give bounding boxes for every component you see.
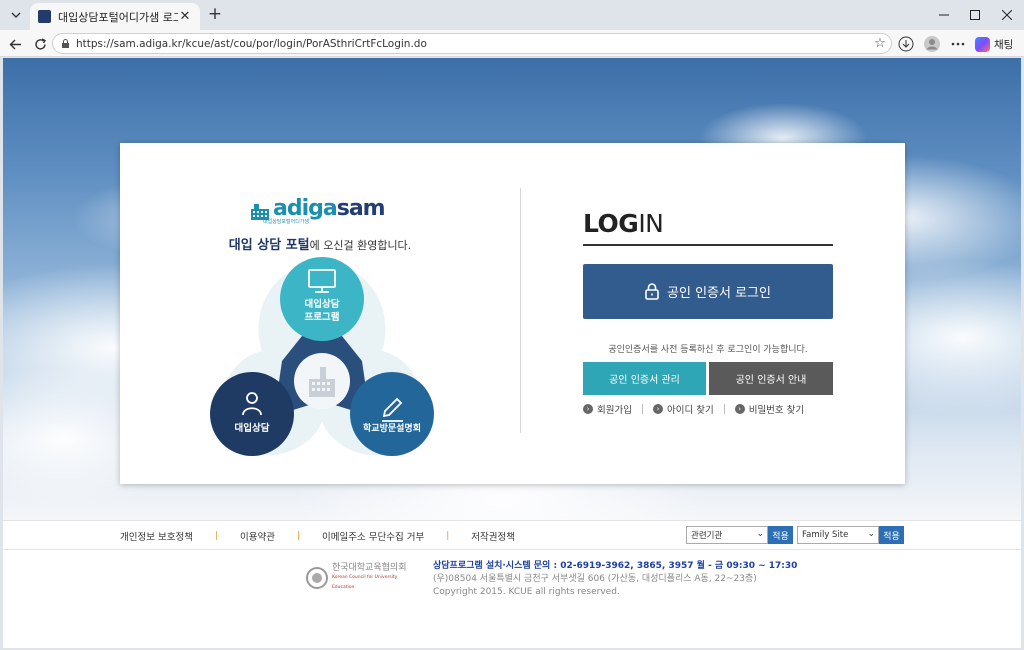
logo-text-sam: sam: [336, 196, 386, 221]
related-org-apply-button[interactable]: 적용: [768, 526, 793, 544]
new-tab-button[interactable]: +: [206, 6, 224, 24]
diagram-node-counsel: [210, 372, 294, 456]
family-site-select[interactable]: Family Site ⌄: [797, 526, 879, 544]
address-toolbar: https://sam.adiga.kr/kcue/ast/cou/por/lo…: [0, 30, 1024, 57]
related-org-select[interactable]: 관련기관 ⌄: [686, 526, 768, 544]
link-separator: [723, 404, 725, 414]
family-site-value: Family Site: [802, 530, 849, 540]
login-card: adigasam 대입상담포털어디가샘 대입 상담 포털에 오신걸 환영합니다.: [120, 143, 905, 484]
login-title-bold: LOG: [583, 209, 639, 238]
footer-nav: 개인정보 보호정책 | 이용약관 | 이메일주소 무단수집 거부 | 저작권정책…: [3, 520, 1021, 550]
site-info-icon[interactable]: [61, 39, 70, 48]
arrow-circle-icon: ›: [652, 404, 663, 414]
url-bar[interactable]: https://sam.adiga.kr/kcue/ast/cou/por/lo…: [52, 33, 892, 54]
certificate-guide-button[interactable]: 공인 인증서 안내: [709, 362, 833, 395]
kcue-name-en: Korean Council for University Education: [331, 575, 398, 590]
downloads-button[interactable]: [896, 34, 916, 54]
link-separator: [641, 404, 643, 414]
signup-link[interactable]: › 회원가입: [583, 402, 632, 416]
related-org-value: 관련기관: [691, 531, 723, 541]
signup-link-label: 회원가입: [597, 405, 632, 416]
tab-title: 대입상담포털어디가샘 로그인: [58, 10, 178, 24]
tab-strip: 대입상담포털어디가샘 로그인 ✕ +: [0, 0, 1024, 30]
reload-button[interactable]: [30, 34, 50, 54]
card-divider: [520, 188, 521, 433]
diagram-label-program-2: 프로그램: [305, 311, 340, 323]
certificate-notice: 공인인증서를 사전 등록하신 후 로그인이 가능합니다.: [608, 345, 808, 355]
certificate-login-label: 공인 인증서 로그인: [667, 286, 771, 301]
profile-button[interactable]: [922, 34, 942, 54]
diagram-label-visit: 학교방문설명회: [363, 422, 421, 434]
more-menu-button[interactable]: [948, 34, 968, 54]
kcue-name: 한국대학교육협의회 Korean Council for University E…: [332, 563, 421, 593]
copilot-chat-button[interactable]: 채팅: [975, 34, 1013, 54]
lock-icon: [645, 283, 659, 300]
active-tab[interactable]: 대입상담포털어디가샘 로그인 ✕: [30, 3, 200, 30]
back-button[interactable]: [5, 34, 25, 54]
kcue-logo: 한국대학교육협의회 Korean Council for University E…: [306, 563, 421, 593]
diagram-label-counsel: 대입상담: [235, 422, 270, 434]
email-refusal-link[interactable]: 이메일주소 무단수집 거부: [322, 529, 424, 543]
diagram-node-visit: [350, 372, 434, 456]
certificate-login-button[interactable]: 공인 인증서 로그인: [583, 264, 833, 319]
chevron-down-icon: [11, 12, 21, 18]
download-icon: [898, 36, 914, 52]
find-password-link[interactable]: › 비밀번호 찾기: [734, 402, 805, 416]
window-close-icon[interactable]: [992, 4, 1022, 26]
certificate-manage-button[interactable]: 공인 인증서 관리: [583, 362, 706, 395]
arrow-circle-icon: ›: [583, 404, 593, 414]
footer-separator: |: [296, 531, 301, 541]
tab-close-icon[interactable]: ✕: [178, 9, 192, 24]
login-title-rest: IN: [638, 209, 664, 238]
chevron-down-icon: ⌄: [756, 529, 764, 539]
find-password-link-label: 비밀번호 찾기: [748, 405, 805, 416]
footer-contact-block: 상담프로그램 설치·시스템 문의 : 02-6919-3962, 3865, 3…: [433, 560, 797, 599]
tab-list-button[interactable]: [6, 5, 26, 25]
logo-subtitle: 대입상담포털어디가샘: [263, 219, 310, 225]
account-links: › 회원가입 › 아이디 찾기 › 비밀번호 찾기: [583, 402, 833, 416]
copilot-label: 채팅: [994, 38, 1014, 51]
footer-address: (우)08504 서울특별시 금천구 서부샛길 606 (가산동, 대성디폴리스…: [433, 574, 757, 584]
login-title-underline: [583, 244, 833, 246]
login-title: LOGIN: [583, 209, 664, 238]
footer-copyright: Copyright 2015. KCUE all rights reserved…: [433, 587, 620, 597]
back-arrow-icon: [9, 39, 21, 49]
chevron-down-icon: ⌄: [867, 529, 875, 539]
profile-avatar-icon: [924, 36, 940, 52]
url-text[interactable]: https://sam.adiga.kr/kcue/ast/cou/por/lo…: [76, 38, 869, 50]
privacy-policy-link[interactable]: 개인정보 보호정책: [120, 529, 193, 543]
find-id-link-label: 아이디 찾기: [666, 405, 714, 416]
maximize-icon[interactable]: [960, 4, 990, 26]
terms-link[interactable]: 이용약관: [240, 529, 275, 543]
page-viewport: adigasam 대입상담포털어디가샘 대입 상담 포털에 오신걸 환영합니다.: [3, 58, 1021, 648]
footer-info: 한국대학교육협의회 Korean Council for University E…: [3, 551, 1021, 648]
footer-separator: |: [446, 531, 450, 541]
diagram-label-program-1: 대입상담: [305, 298, 340, 310]
kcue-emblem-icon: [306, 567, 328, 589]
site-favicon-icon: [38, 10, 51, 23]
arrow-circle-icon: ›: [734, 404, 745, 414]
footer-separator: |: [214, 531, 218, 541]
favorite-star-icon[interactable]: ☆: [869, 36, 891, 51]
more-dots-icon: [951, 42, 965, 46]
reload-icon: [34, 37, 46, 50]
find-id-link[interactable]: › 아이디 찾기: [652, 402, 714, 416]
support-contact: 상담프로그램 설치·시스템 문의 : 02-6919-3962, 3865, 3…: [433, 561, 798, 571]
copyright-policy-link[interactable]: 저작권정책: [471, 529, 515, 543]
kcue-name-kr: 한국대학교육협의회: [331, 563, 407, 573]
service-diagram: 대입상담 프로그램 대입상담 학교방문설명회: [210, 257, 434, 456]
family-site-apply-button[interactable]: 적용: [879, 526, 904, 544]
copilot-icon: [975, 36, 990, 52]
minimize-icon[interactable]: [929, 4, 959, 26]
